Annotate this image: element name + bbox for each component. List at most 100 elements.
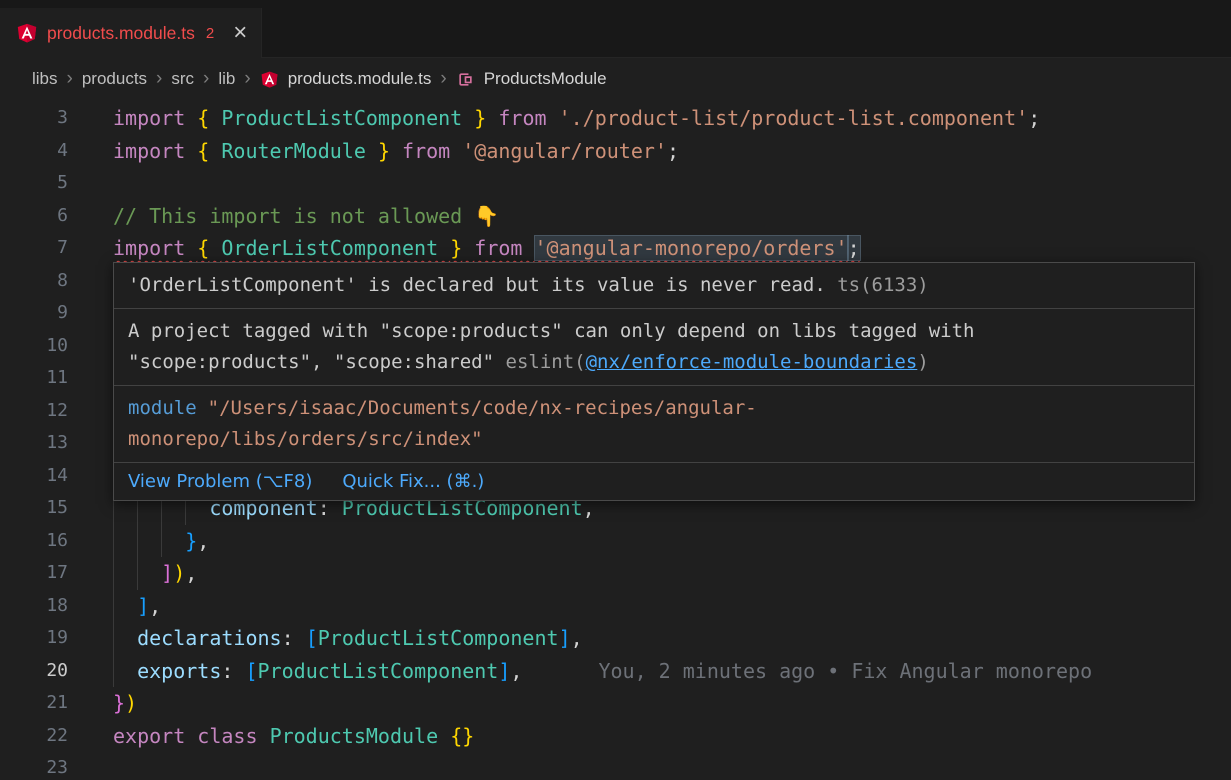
code-line[interactable]: 3import { ProductListComponent } from '.… — [0, 102, 1231, 135]
code-token: {} — [450, 724, 474, 748]
line-number: 20 — [0, 655, 68, 688]
breadcrumb-item-libs[interactable]: libs — [32, 69, 58, 89]
tab-products-module[interactable]: products.module.ts 2 × — [0, 8, 262, 58]
code-token — [294, 626, 306, 650]
line-number: 17 — [0, 557, 68, 590]
code-token: import — [113, 139, 185, 163]
code-token: [ — [245, 659, 257, 683]
diagnostic-eslint-text: "scope:products", "scope:shared" — [128, 351, 506, 373]
indent-guide — [137, 557, 138, 590]
code-token: { — [197, 139, 209, 163]
code-token: [ — [306, 626, 318, 650]
code-token — [233, 659, 245, 683]
tab-label: products.module.ts — [47, 23, 195, 44]
module-path-line1: "/Users/isaac/Documents/code/nx-recipes/… — [208, 397, 757, 419]
hover-status-bar: View Problem (⌥F8) Quick Fix... (⌘.) — [114, 463, 1194, 500]
code-token: } — [474, 106, 486, 130]
editor: 3import { ProductListComponent } from '.… — [0, 100, 1231, 780]
line-number: 9 — [0, 297, 68, 330]
code-token — [209, 106, 221, 130]
indent-guide — [113, 525, 114, 558]
code-line[interactable]: 6 // This import is not allowed 👇 — [0, 200, 1231, 233]
code-token: { — [197, 106, 209, 130]
line-number: 4 — [0, 135, 68, 168]
indent-guide — [113, 557, 114, 590]
indent-guide — [137, 525, 138, 558]
line-content: ]), — [113, 557, 197, 590]
eslint-rule-link[interactable]: @nx/enforce-module-boundaries — [586, 351, 918, 373]
code-token — [522, 236, 534, 260]
code-token: { — [197, 236, 209, 260]
view-problem-link[interactable]: View Problem (⌥F8) — [128, 471, 312, 492]
code-token: ProductsModule — [270, 724, 439, 748]
breadcrumb-item-lib[interactable]: lib — [218, 69, 235, 89]
code-token: } — [185, 529, 197, 553]
code-token: ; — [848, 236, 860, 260]
code-token: RouterModule — [221, 139, 366, 163]
code-token: class — [197, 724, 257, 748]
module-path-line2: monorepo/libs/orders/src/index" — [128, 428, 483, 450]
code-line[interactable]: 21}) — [0, 687, 1231, 720]
line-content: // This import is not allowed 👇 — [113, 200, 499, 233]
diagnostic-eslint-line2: "scope:products", "scope:shared" eslint(… — [128, 347, 1180, 378]
code-line[interactable]: 5 — [0, 167, 1231, 200]
code-token — [438, 724, 450, 748]
indent-guide — [161, 525, 162, 558]
code-line[interactable]: 4 import { RouterModule } from '@angular/… — [0, 135, 1231, 168]
line-number: 16 — [0, 525, 68, 558]
indent-guide — [113, 590, 114, 623]
code-token — [113, 659, 137, 683]
close-icon[interactable]: × — [233, 23, 247, 43]
code-token: ) — [125, 691, 137, 715]
tab-problems-badge: 2 — [206, 25, 214, 42]
quick-fix-link[interactable]: Quick Fix... (⌘.) — [342, 471, 484, 492]
angular-icon — [16, 22, 38, 44]
breadcrumb-item-src[interactable]: src — [171, 69, 194, 89]
code-token — [113, 594, 137, 618]
diagnostic-eslint: A project tagged with "scope:products" c… — [114, 309, 1194, 386]
code-token — [547, 106, 559, 130]
code-line[interactable]: 7import { OrderListComponent } from '@an… — [0, 232, 1231, 265]
chevron-right-icon: › — [156, 68, 162, 90]
diagnostic-eslint-source-suffix: ) — [917, 351, 928, 373]
code-token — [438, 236, 450, 260]
code-token: } — [113, 691, 125, 715]
code-token — [185, 106, 197, 130]
code-token: exports — [137, 659, 221, 683]
code-line[interactable]: 19 declarations: [ProductListComponent], — [0, 622, 1231, 655]
code-token — [450, 139, 462, 163]
code-line[interactable]: 20 exports: [ProductListComponent],You, … — [0, 655, 1231, 688]
code-token: } — [450, 236, 462, 260]
line-content: exports: [ProductListComponent],You, 2 m… — [113, 655, 1092, 688]
breadcrumb-item-symbol[interactable]: ProductsModule — [484, 69, 607, 89]
code-line[interactable]: 23 — [0, 752, 1231, 780]
line-number: 18 — [0, 590, 68, 623]
code-token: 👇 — [474, 204, 499, 228]
indent-guide — [113, 655, 114, 688]
line-content: import { RouterModule } from '@angular/r… — [113, 135, 679, 168]
line-number: 11 — [0, 362, 68, 395]
code-token: OrderListComponent — [221, 236, 438, 260]
breadcrumb-item-file[interactable]: products.module.ts — [288, 69, 432, 89]
code-line[interactable]: 22export class ProductsModule {} — [0, 720, 1231, 753]
code-token: '@angular/router' — [462, 139, 667, 163]
code-token — [185, 139, 197, 163]
code-token: from — [474, 236, 522, 260]
code-line[interactable]: 18 ], — [0, 590, 1231, 623]
code-token — [185, 724, 197, 748]
code-token: from — [402, 139, 450, 163]
code-token: ProductListComponent — [221, 106, 462, 130]
line-number: 14 — [0, 460, 68, 493]
code-token: ] — [498, 659, 510, 683]
code-token: , — [197, 529, 209, 553]
line-number: 7 — [0, 232, 68, 265]
diagnostic-ts-message: 'OrderListComponent' is declared but its… — [128, 274, 837, 296]
code-line[interactable]: 17 ]), — [0, 557, 1231, 590]
line-number: 6 — [0, 200, 68, 233]
line-content: }) — [113, 687, 137, 720]
line-number: 5 — [0, 167, 68, 200]
code-line[interactable]: 16 }, — [0, 525, 1231, 558]
breadcrumb-item-products[interactable]: products — [82, 69, 147, 89]
code-token: ] — [161, 561, 173, 585]
code-token: : — [282, 626, 294, 650]
